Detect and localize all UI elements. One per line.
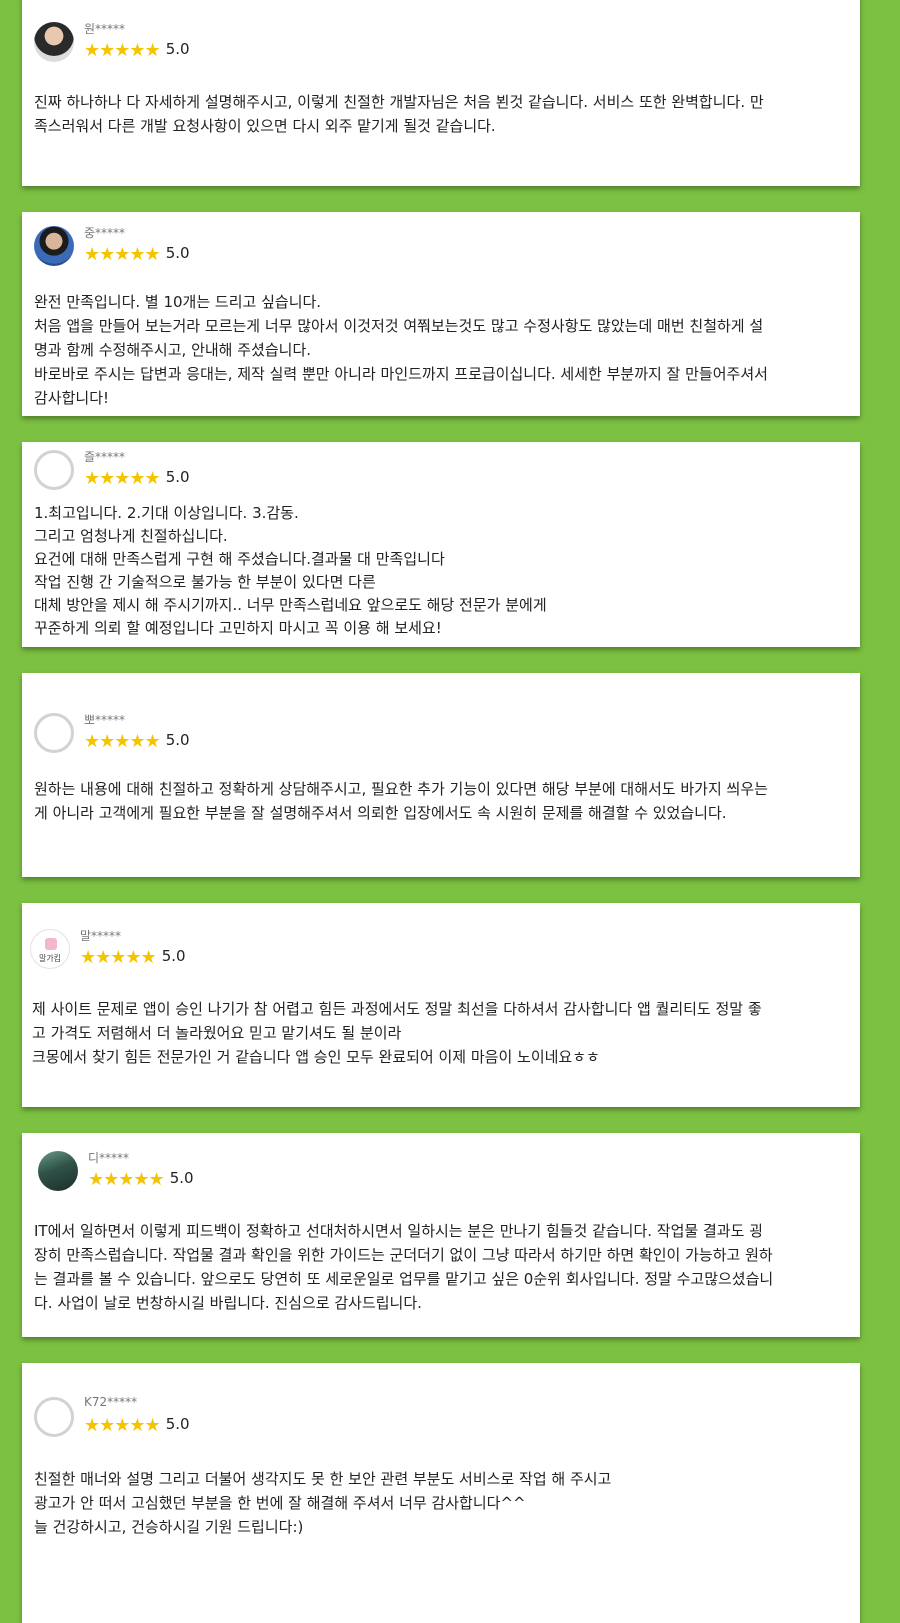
review-line: 늘 건강하시고, 건승하시길 기원 드립니다:) bbox=[34, 1518, 304, 1536]
default-avatar-icon bbox=[34, 1397, 74, 1437]
review-line: 원하는 내용에 대해 친절하고 정확하게 상담해주시고, 필요한 추가 기능이 … bbox=[34, 780, 768, 798]
avatar bbox=[34, 226, 74, 266]
review-text: 제 사이트 문제로 앱이 승인 나기가 참 어렵고 힘든 과정에서도 정말 최선… bbox=[32, 997, 846, 1069]
review-line: 장히 만족스럽습니다. 작업물 결과 확인을 위한 가이드는 군더더기 없이 그… bbox=[34, 1246, 773, 1264]
review-card: 뽀***** ★★★★★ 5.0 원하는 내용에 대해 친절하고 정확하게 상담해… bbox=[22, 673, 860, 877]
avatar bbox=[38, 1151, 78, 1191]
review-line: 족스러워서 다른 개발 요청사항이 있으면 다시 외주 맡기게 될것 같습니다. bbox=[34, 117, 496, 135]
review-text: 완전 만족입니다. 별 10개는 드리고 싶습니다. 처음 앱을 만들어 보는거… bbox=[34, 290, 846, 410]
star-rating: ★★★★★ 5.0 bbox=[84, 40, 190, 61]
reviewer-name: 뽀***** bbox=[84, 713, 126, 727]
stars-icon: ★★★★★ bbox=[84, 1415, 161, 1436]
logo-icon bbox=[45, 938, 57, 950]
star-rating: ★★★★★ 5.0 bbox=[80, 947, 186, 968]
avatar-logo-text: 말가킴 bbox=[38, 954, 62, 963]
stars-icon: ★★★★★ bbox=[80, 947, 157, 968]
default-avatar-icon bbox=[34, 713, 74, 753]
review-line: 친절한 매너와 설명 그리고 더불어 생각지도 못 한 보안 관련 부분도 서비… bbox=[34, 1470, 612, 1488]
review-line: 1.최고입니다. 2.기대 이상입니다. 3.감동. bbox=[34, 504, 299, 522]
reviewer-name: K72***** bbox=[84, 1395, 138, 1409]
review-line: 작업 진행 간 기술적으로 불가능 한 부분이 있다면 다른 bbox=[34, 573, 376, 591]
review-card: 원***** ★★★★★ 5.0 진짜 하나하나 다 자세하게 설명해주시고, 이… bbox=[22, 0, 860, 186]
stars-icon: ★★★★★ bbox=[84, 40, 161, 61]
stars-icon: ★★★★★ bbox=[88, 1169, 165, 1190]
review-line: 꾸준하게 의뢰 할 예정입니다 고민하지 마시고 꼭 이용 해 보세요! bbox=[34, 619, 442, 637]
stars-icon: ★★★★★ bbox=[84, 731, 161, 752]
star-rating: ★★★★★ 5.0 bbox=[84, 1415, 190, 1436]
default-avatar-icon bbox=[34, 450, 74, 490]
review-text: 진짜 하나하나 다 자세하게 설명해주시고, 이렇게 친절한 개발자님은 처음 … bbox=[34, 90, 846, 138]
rating-score: 5.0 bbox=[165, 40, 190, 58]
logo-avatar: 말가킴 bbox=[30, 929, 70, 969]
rating-score: 5.0 bbox=[165, 244, 190, 262]
rating-score: 5.0 bbox=[161, 947, 186, 965]
star-rating: ★★★★★ 5.0 bbox=[84, 731, 190, 752]
reviewer-name: 원***** bbox=[84, 22, 126, 36]
review-text: 원하는 내용에 대해 친절하고 정확하게 상담해주시고, 필요한 추가 기능이 … bbox=[34, 777, 846, 825]
review-card: 말가킴 말***** ★★★★★ 5.0 제 사이트 문제로 앱이 승인 나기가 … bbox=[22, 903, 860, 1107]
rating-score: 5.0 bbox=[165, 731, 190, 749]
reviewer-name: 즐***** bbox=[84, 450, 126, 464]
review-line: 처음 앱을 만들어 보는거라 모르는게 너무 많아서 이것저것 여쭤보는것도 많… bbox=[34, 317, 764, 335]
reviewer-name: 말***** bbox=[80, 929, 122, 943]
review-line: 크몽에서 찾기 힘든 전문가인 거 같습니다 앱 승인 모두 완료되어 이제 마… bbox=[32, 1048, 600, 1066]
review-card: K72***** ★★★★★ 5.0 친절한 매너와 설명 그리고 더불어 생각지… bbox=[22, 1363, 860, 1623]
review-line: 대체 방안을 제시 해 주시기까지.. 너무 만족스럽네요 앞으로도 해당 전문… bbox=[34, 596, 547, 614]
review-text: 1.최고입니다. 2.기대 이상입니다. 3.감동. 그리고 엄청나게 친절하십… bbox=[34, 502, 846, 640]
review-line: 요건에 대해 만족스럽게 구현 해 주셨습니다.결과물 대 만족입니다 bbox=[34, 550, 445, 568]
review-line: 완전 만족입니다. 별 10개는 드리고 싶습니다. bbox=[34, 293, 322, 311]
avatar bbox=[34, 22, 74, 62]
review-text: IT에서 일하면서 이렇게 피드백이 정확하고 선대처하시면서 일하시는 분은 … bbox=[34, 1219, 846, 1315]
rating-score: 5.0 bbox=[165, 1415, 190, 1433]
review-line: 고 가격도 저렴해서 더 놀라웠어요 믿고 맡기셔도 될 분이라 bbox=[32, 1024, 402, 1042]
review-line: 그리고 엄청나게 친절하십니다. bbox=[34, 527, 228, 545]
review-line: 명과 함께 수정해주시고, 안내해 주셨습니다. bbox=[34, 341, 312, 359]
rating-score: 5.0 bbox=[169, 1169, 194, 1187]
review-line: 바로바로 주시는 답변과 응대는, 제작 실력 뿐만 아니라 마인드까지 프로급… bbox=[34, 365, 768, 383]
star-rating: ★★★★★ 5.0 bbox=[88, 1169, 194, 1190]
review-line: 다. 사업이 날로 번창하시길 바립니다. 진심으로 감사드립니다. bbox=[34, 1294, 422, 1312]
review-card: 즐***** ★★★★★ 5.0 1.최고입니다. 2.기대 이상입니다. 3.감… bbox=[22, 442, 860, 647]
review-card: 디***** ★★★★★ 5.0 IT에서 일하면서 이렇게 피드백이 정확하고 … bbox=[22, 1133, 860, 1337]
review-line: IT에서 일하면서 이렇게 피드백이 정확하고 선대처하시면서 일하시는 분은 … bbox=[34, 1222, 763, 1240]
reviewer-name: 중***** bbox=[84, 226, 126, 240]
stars-icon: ★★★★★ bbox=[84, 468, 161, 489]
star-rating: ★★★★★ 5.0 bbox=[84, 468, 190, 489]
review-line: 감사합니다! bbox=[34, 389, 110, 407]
rating-score: 5.0 bbox=[165, 468, 190, 486]
review-line: 광고가 안 떠서 고심했던 부분을 한 번에 잘 해결해 주셔서 너무 감사합니… bbox=[34, 1494, 526, 1512]
reviewer-name: 디***** bbox=[88, 1151, 130, 1165]
review-line: 는 결과를 볼 수 있습니다. 앞으로도 당연히 또 세로운일로 업무를 맡기고… bbox=[34, 1270, 774, 1288]
star-rating: ★★★★★ 5.0 bbox=[84, 244, 190, 265]
review-line: 진짜 하나하나 다 자세하게 설명해주시고, 이렇게 친절한 개발자님은 처음 … bbox=[34, 93, 764, 111]
review-card: 중***** ★★★★★ 5.0 완전 만족입니다. 별 10개는 드리고 싶습니… bbox=[22, 212, 860, 416]
review-line: 제 사이트 문제로 앱이 승인 나기가 참 어렵고 힘든 과정에서도 정말 최선… bbox=[32, 1000, 762, 1018]
review-text: 친절한 매너와 설명 그리고 더불어 생각지도 못 한 보안 관련 부분도 서비… bbox=[34, 1467, 846, 1539]
stars-icon: ★★★★★ bbox=[84, 244, 161, 265]
review-line: 게 아니라 고객에게 필요한 부분을 잘 설명해주셔서 의뢰한 입장에서도 속 … bbox=[34, 804, 727, 822]
